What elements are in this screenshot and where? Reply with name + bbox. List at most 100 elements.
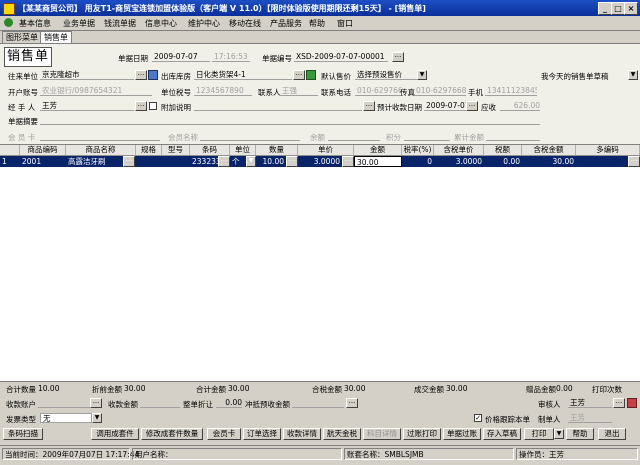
col-header-taxamount[interactable]: 含税金额 bbox=[522, 145, 576, 155]
line-items-grid[interactable]: 商品编码 商品名称 规格 型号 条码 单位 数量 单价 金额 税率(%) 含税单… bbox=[0, 144, 640, 381]
subject-detail-button[interactable]: 科目详情 bbox=[363, 428, 401, 440]
col-header-amount[interactable]: 金额 bbox=[354, 145, 402, 155]
multicode-ellipsis-button[interactable]: ··· bbox=[628, 156, 640, 167]
post-print-button[interactable]: 过账打印 bbox=[403, 428, 441, 440]
recv-account-field[interactable] bbox=[38, 398, 90, 408]
cell-qty[interactable]: 10.00 bbox=[256, 156, 286, 167]
maximize-button[interactable]: □ bbox=[611, 2, 625, 15]
attach-checkbox[interactable] bbox=[149, 102, 157, 110]
golden-tax-button[interactable]: 航天金税 bbox=[323, 428, 361, 440]
cell-taxamount[interactable]: 30.00 bbox=[522, 156, 576, 167]
col-header-unit[interactable]: 单位 bbox=[230, 145, 256, 155]
order-select-button[interactable]: 订单选择 bbox=[243, 428, 281, 440]
price-ellipsis-button[interactable]: ··· bbox=[342, 156, 354, 167]
customer-ellipsis-button[interactable]: ··· bbox=[135, 70, 147, 80]
menu-window[interactable]: 窗口 bbox=[334, 18, 356, 29]
menu-business-docs[interactable]: 业务单据 bbox=[60, 18, 98, 29]
account-field[interactable]: 农业银行/0987654321 bbox=[40, 86, 152, 96]
member-card-button[interactable]: 会员卡 bbox=[207, 428, 241, 440]
customer-field[interactable]: 京克隆超市 bbox=[40, 70, 134, 80]
draft-dropdown-icon[interactable]: ▼ bbox=[628, 70, 638, 80]
cell-taxrate[interactable]: 0 bbox=[402, 156, 434, 167]
taxno-field[interactable]: 1234567890 bbox=[194, 86, 252, 96]
col-header-tax[interactable]: 税额 bbox=[484, 145, 522, 155]
whole-disc-field[interactable]: 0.00 bbox=[216, 398, 242, 408]
exit-button[interactable]: 退出 bbox=[598, 428, 626, 440]
reviewer-ellipsis-button[interactable]: ··· bbox=[613, 398, 625, 408]
handler-field[interactable]: 王芳 bbox=[40, 101, 134, 111]
help-button[interactable]: 帮助 bbox=[566, 428, 594, 440]
col-header-spec[interactable]: 规格 bbox=[136, 145, 162, 155]
menu-products[interactable]: 产品服务 bbox=[267, 18, 305, 29]
col-header-model[interactable]: 型号 bbox=[162, 145, 190, 155]
invoice-type-select[interactable]: 无 bbox=[40, 413, 92, 423]
member-card-field[interactable] bbox=[40, 131, 160, 141]
attach-ellipsis-button[interactable]: ··· bbox=[363, 101, 375, 111]
col-header-multicode[interactable]: 多编码 bbox=[576, 145, 640, 155]
cell-name[interactable]: 高露洁牙刷 bbox=[66, 156, 122, 167]
fax-field[interactable]: 010-62976688 bbox=[414, 86, 466, 96]
customer-card-icon[interactable] bbox=[148, 70, 158, 80]
price-track-checkbox[interactable]: ✓ bbox=[474, 414, 482, 422]
cell-model[interactable] bbox=[162, 156, 190, 167]
call-kit-button[interactable]: 调用成套件 bbox=[91, 428, 139, 440]
phone-field[interactable]: 010-62976688 bbox=[355, 86, 403, 96]
col-header-code[interactable]: 商品编码 bbox=[20, 145, 66, 155]
cell-spec[interactable] bbox=[136, 156, 162, 167]
offset-ellipsis-button[interactable]: ··· bbox=[346, 398, 358, 408]
minimize-button[interactable]: _ bbox=[598, 2, 612, 15]
menu-basic-info[interactable]: 基本信息 bbox=[16, 18, 54, 29]
warehouse-field[interactable]: 日化类货架4-1 bbox=[194, 70, 292, 80]
tab-sales-order[interactable]: 销售单 bbox=[40, 31, 72, 43]
paydate-field[interactable]: 2009-07-07 bbox=[424, 101, 466, 111]
price-mode-select[interactable]: 选择预设售价 bbox=[355, 70, 417, 80]
reviewer-field[interactable]: 王芳 bbox=[568, 398, 612, 408]
col-header-price[interactable]: 单价 bbox=[298, 145, 354, 155]
paydate-ellipsis-button[interactable]: ··· bbox=[466, 101, 478, 111]
post-bill-button[interactable]: 单据过账 bbox=[443, 428, 481, 440]
edit-kit-qty-button[interactable]: 修改成套件数量 bbox=[141, 428, 203, 440]
menu-info-center[interactable]: 信息中心 bbox=[142, 18, 180, 29]
reviewer-user-icon[interactable] bbox=[627, 398, 637, 408]
name-ellipsis-button[interactable]: ··· bbox=[123, 156, 135, 167]
cell-amount-editor[interactable]: 30.00 bbox=[354, 156, 402, 167]
col-header-name[interactable]: 商品名称 bbox=[66, 145, 136, 155]
cell-tax[interactable]: 0.00 bbox=[484, 156, 522, 167]
date-field[interactable]: 2009-07-07 bbox=[152, 52, 210, 62]
cell-taxprice[interactable]: 3.0000 bbox=[434, 156, 484, 167]
close-button[interactable]: × bbox=[624, 2, 638, 15]
attach-field[interactable] bbox=[194, 101, 362, 111]
menu-help[interactable]: 帮助 bbox=[306, 18, 328, 29]
summary-field[interactable] bbox=[40, 115, 540, 125]
cell-multicode[interactable] bbox=[576, 156, 628, 167]
payment-detail-button[interactable]: 收款详情 bbox=[283, 428, 321, 440]
barcode-ellipsis-button[interactable]: ··· bbox=[218, 156, 230, 167]
save-draft-button[interactable]: 存入草稿 bbox=[483, 428, 521, 440]
print-dropdown-icon[interactable]: ▼ bbox=[554, 429, 564, 439]
col-header-qty[interactable]: 数量 bbox=[256, 145, 298, 155]
print-button[interactable]: 打印 bbox=[524, 428, 554, 440]
billno-field[interactable]: XSD-2009-07-07-00001 bbox=[294, 52, 388, 62]
col-header-taxprice[interactable]: 含税单价 bbox=[434, 145, 484, 155]
col-header-barcode[interactable]: 条码 bbox=[190, 145, 230, 155]
handler-ellipsis-button[interactable]: ··· bbox=[135, 101, 147, 111]
cell-code[interactable]: 2001 bbox=[20, 156, 66, 167]
cell-price[interactable]: 3.0000 bbox=[298, 156, 342, 167]
menu-maintenance[interactable]: 维护中心 bbox=[185, 18, 223, 29]
offset-field[interactable] bbox=[292, 398, 344, 408]
tab-graphic-menu[interactable]: 图形菜单 bbox=[2, 31, 42, 43]
col-header-taxrate[interactable]: 税率(%) bbox=[402, 145, 434, 155]
barcode-scan-button[interactable]: 条码扫描 bbox=[3, 428, 43, 440]
table-row[interactable]: 1 2001 高露洁牙刷 ··· 233233... ··· 个 ▼ 10.00… bbox=[0, 156, 640, 167]
warehouse-ellipsis-button[interactable]: ··· bbox=[293, 70, 305, 80]
recv-amount-field[interactable] bbox=[140, 398, 180, 408]
menu-money-docs[interactable]: 钱流单据 bbox=[101, 18, 139, 29]
contact-field[interactable]: 王强 bbox=[280, 86, 318, 96]
invoice-dropdown-icon[interactable]: ▼ bbox=[92, 413, 102, 423]
warehouse-house-icon[interactable] bbox=[306, 70, 316, 80]
mobile-field[interactable]: 13411123845 bbox=[485, 86, 537, 96]
price-mode-dropdown-icon[interactable]: ▼ bbox=[417, 70, 427, 80]
cell-barcode[interactable]: 233233... bbox=[190, 156, 218, 167]
cell-unit[interactable]: 个 bbox=[230, 156, 246, 167]
recv-account-ellipsis-button[interactable]: ··· bbox=[90, 398, 102, 408]
